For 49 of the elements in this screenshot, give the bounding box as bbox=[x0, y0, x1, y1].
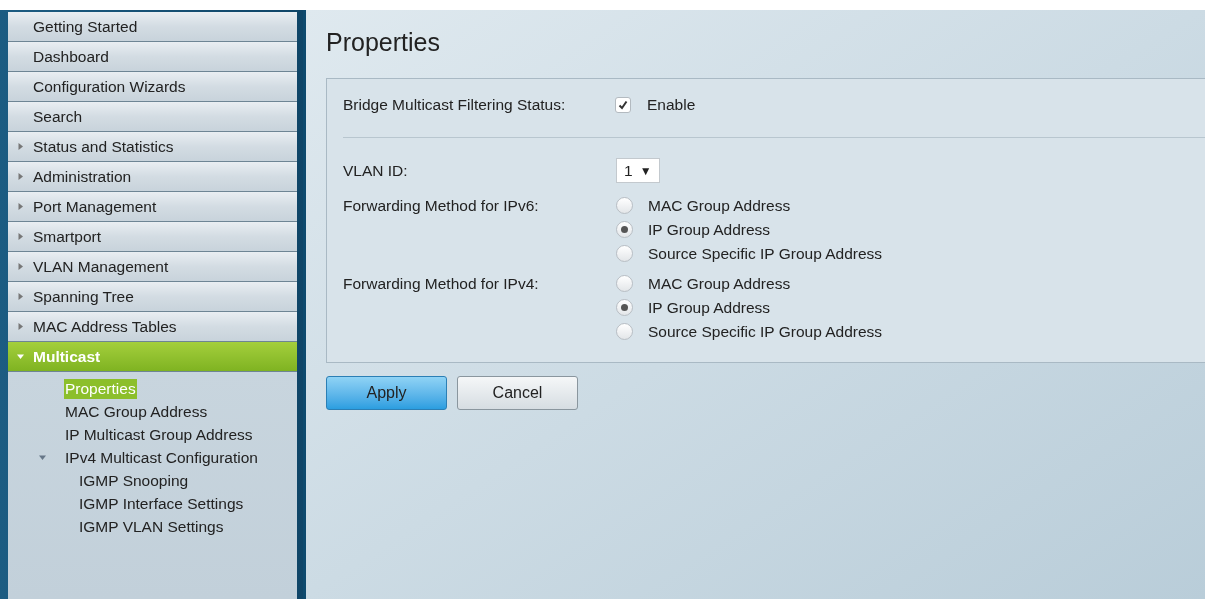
sidebar-item[interactable]: Dashboard bbox=[8, 42, 297, 72]
submenu-item[interactable]: IPv4 Multicast Configuration bbox=[64, 447, 259, 468]
collapsed-caret-icon bbox=[17, 263, 24, 270]
option-label: Source Specific IP Group Address bbox=[648, 321, 883, 342]
sidebar-item[interactable]: Smartport bbox=[8, 222, 297, 252]
expanded-caret-icon bbox=[17, 353, 24, 360]
radio-button[interactable] bbox=[616, 275, 633, 292]
sidebar-item[interactable]: Status and Statistics bbox=[8, 132, 297, 162]
sidebar-item[interactable]: Getting Started bbox=[8, 12, 297, 42]
option-label: Source Specific IP Group Address bbox=[648, 243, 883, 264]
expanded-caret-icon bbox=[39, 454, 46, 461]
field-label: Forwarding Method for IPv6: bbox=[343, 195, 540, 216]
sidebar-item[interactable]: VLAN Management bbox=[8, 252, 297, 282]
collapsed-caret-icon bbox=[17, 233, 24, 240]
option-label: Enable bbox=[647, 94, 696, 115]
sidebar-item[interactable]: MAC Address Tables bbox=[8, 312, 297, 342]
field-label: Bridge Multicast Filtering Status: bbox=[343, 94, 567, 115]
submenu-item[interactable]: IGMP Snooping bbox=[78, 470, 190, 491]
sidebar-item[interactable]: Spanning Tree bbox=[8, 282, 297, 312]
page-title: Properties bbox=[326, 27, 441, 58]
option-label: IP Group Address bbox=[648, 219, 771, 240]
option-label: MAC Group Address bbox=[648, 195, 791, 216]
sidebar-item[interactable]: Search bbox=[8, 102, 297, 132]
option-label: MAC Group Address bbox=[648, 273, 791, 294]
radio-button[interactable] bbox=[616, 245, 633, 262]
submenu-item[interactable]: IGMP VLAN Settings bbox=[78, 516, 225, 537]
collapsed-caret-icon bbox=[17, 293, 24, 300]
collapsed-caret-icon bbox=[17, 173, 24, 180]
radio-button[interactable] bbox=[616, 299, 633, 316]
sidebar-item[interactable]: Configuration Wizards bbox=[8, 72, 297, 102]
field-label: VLAN ID: bbox=[343, 160, 409, 181]
field-label: Forwarding Method for IPv4: bbox=[343, 273, 540, 294]
submenu-item[interactable]: IGMP Interface Settings bbox=[78, 493, 245, 514]
vlan-id-dropdown[interactable]: 1 ▼ bbox=[616, 158, 660, 183]
submenu-item[interactable]: MAC Group Address bbox=[64, 401, 209, 422]
apply-button[interactable]: Apply bbox=[326, 375, 447, 410]
radio-button[interactable] bbox=[616, 197, 633, 214]
cancel-button[interactable]: Cancel bbox=[457, 375, 578, 410]
sidebar-item[interactable]: Port Management bbox=[8, 192, 297, 222]
submenu-item[interactable]: IP Multicast Group Address bbox=[64, 424, 254, 445]
sidebar-item[interactable]: Administration bbox=[8, 162, 297, 192]
radio-button[interactable] bbox=[616, 221, 633, 238]
checkbox[interactable] bbox=[615, 96, 631, 113]
collapsed-caret-icon bbox=[17, 143, 24, 150]
collapsed-caret-icon bbox=[17, 323, 24, 330]
collapsed-caret-icon bbox=[17, 203, 24, 210]
radio-button[interactable] bbox=[616, 323, 633, 340]
check-icon bbox=[618, 99, 628, 110]
option-label: IP Group Address bbox=[648, 297, 771, 318]
